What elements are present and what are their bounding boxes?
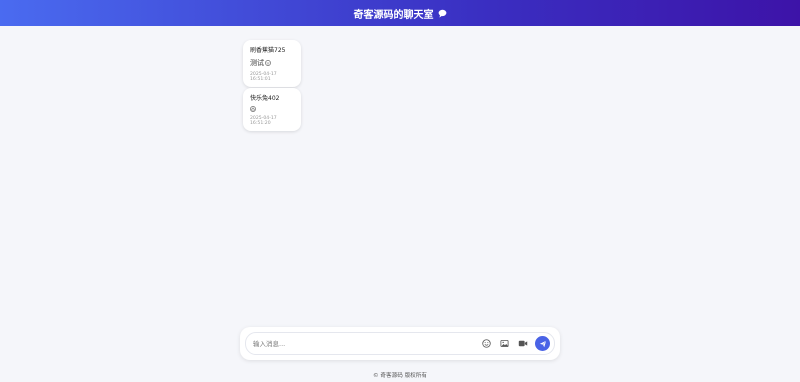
smile-emoji-icon <box>265 60 271 66</box>
message-bubble: 快乐兔402 2025-04-17 16:51:20 <box>243 88 301 131</box>
message-username: 刷香蕉猫725 <box>250 47 286 54</box>
message-text-content: 测试 <box>250 59 264 67</box>
footer: © 奇客源码 版权所有 <box>0 368 800 382</box>
message-input[interactable] <box>253 339 474 348</box>
speech-bubble-icon <box>438 9 447 18</box>
send-icon <box>539 340 546 347</box>
cake-emoji-icon <box>250 106 256 112</box>
message-timestamp: 2025-04-17 16:51:20 <box>250 116 277 126</box>
message-text <box>250 106 294 112</box>
chat-header: 奇客源码的聊天室 <box>0 0 800 26</box>
page-title: 奇客源码的聊天室 <box>353 9 434 21</box>
composer <box>240 327 560 360</box>
message-bubble: 刷香蕉猫725 测试 2025-04-17 16:51:01 <box>243 40 301 87</box>
copyright-text: © 奇客源码 版权所有 <box>373 373 427 379</box>
message-username: 快乐兔402 <box>250 95 280 102</box>
image-icon[interactable] <box>499 338 510 349</box>
composer-field-wrapper <box>245 332 555 355</box>
message-timestamp: 2025-04-17 16:51:01 <box>250 72 277 82</box>
message-list[interactable]: 刷香蕉猫725 测试 2025-04-17 16:51:01 快乐兔402 20… <box>0 26 800 326</box>
emoji-icon[interactable] <box>481 338 492 349</box>
send-button[interactable] <box>535 336 550 351</box>
message-text: 测试 <box>250 58 294 68</box>
video-icon[interactable] <box>517 338 528 349</box>
